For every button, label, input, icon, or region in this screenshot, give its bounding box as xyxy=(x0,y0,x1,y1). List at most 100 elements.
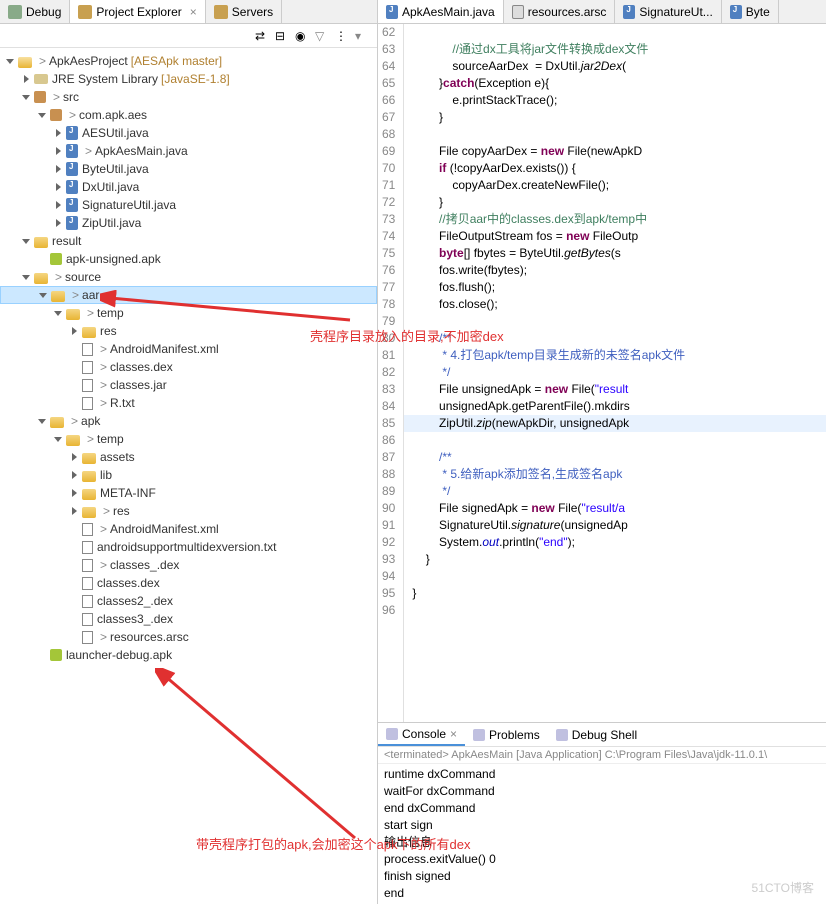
tree-item-com-apk-aes[interactable]: >com.apk.aes xyxy=(0,106,377,124)
expander-icon[interactable] xyxy=(68,379,80,391)
expander-icon[interactable] xyxy=(68,487,80,499)
code-line-70[interactable]: if (!copyAarDex.exists()) { xyxy=(404,160,826,177)
tree-item-dxutil-java[interactable]: DxUtil.java xyxy=(0,178,377,196)
tree-item-temp[interactable]: >temp xyxy=(0,304,377,322)
code-line-93[interactable]: } xyxy=(404,551,826,568)
code-line-62[interactable] xyxy=(404,24,826,41)
link-editor-icon[interactable]: ⊟ xyxy=(275,29,289,43)
code-line-75[interactable]: byte[] fbytes = ByteUtil.getBytes(s xyxy=(404,245,826,262)
tree-item-ziputil-java[interactable]: ZipUtil.java xyxy=(0,214,377,232)
tree-item-apkaesmain-java[interactable]: >ApkAesMain.java xyxy=(0,142,377,160)
expander-icon[interactable] xyxy=(68,577,80,589)
expander-icon[interactable] xyxy=(20,271,32,283)
code-line-78[interactable]: fos.close(); xyxy=(404,296,826,313)
expander-icon[interactable] xyxy=(20,91,32,103)
expander-icon[interactable] xyxy=(52,163,64,175)
tab-project-explorer[interactable]: Project Explorer× xyxy=(70,0,205,23)
tree-item-aesutil-java[interactable]: AESUtil.java xyxy=(0,124,377,142)
code-line-71[interactable]: copyAarDex.createNewFile(); xyxy=(404,177,826,194)
code-line-95[interactable]: } xyxy=(404,585,826,602)
tree-item-res[interactable]: res xyxy=(0,322,377,340)
menu-icon[interactable]: ▾ xyxy=(355,29,369,43)
focus-icon[interactable]: ◉ xyxy=(295,29,309,43)
code-line-74[interactable]: FileOutputStream fos = new FileOutp xyxy=(404,228,826,245)
code-line-86[interactable] xyxy=(404,432,826,449)
close-icon[interactable]: × xyxy=(450,727,457,741)
tree-item-src[interactable]: >src xyxy=(0,88,377,106)
tree-item-classes3--dex[interactable]: classes3_.dex xyxy=(0,610,377,628)
expander-icon[interactable] xyxy=(68,505,80,517)
bottom-tab-problems[interactable]: Problems xyxy=(465,725,548,745)
code-line-67[interactable]: } xyxy=(404,109,826,126)
code-line-76[interactable]: fos.write(fbytes); xyxy=(404,262,826,279)
tree-item-jre-system-library[interactable]: JRE System Library[JavaSE-1.8] xyxy=(0,70,377,88)
code-line-64[interactable]: sourceAarDex = DxUtil.jar2Dex( xyxy=(404,58,826,75)
expander-icon[interactable] xyxy=(68,559,80,571)
code-line-66[interactable]: e.printStackTrace(); xyxy=(404,92,826,109)
expander-icon[interactable] xyxy=(36,415,48,427)
expander-icon[interactable] xyxy=(36,109,48,121)
tree-item-launcher-debug-apk[interactable]: launcher-debug.apk xyxy=(0,646,377,664)
editor-tab-signatureut---[interactable]: SignatureUt... xyxy=(615,0,721,23)
code-line-73[interactable]: //拷贝aar中的classes.dex到apk/temp中 xyxy=(404,211,826,228)
filter-icon[interactable]: ▽ xyxy=(315,29,329,43)
expander-icon[interactable] xyxy=(68,361,80,373)
tree-item-signatureutil-java[interactable]: SignatureUtil.java xyxy=(0,196,377,214)
code-line-63[interactable]: //通过dx工具将jar文件转换成dex文件 xyxy=(404,41,826,58)
expander-icon[interactable] xyxy=(68,343,80,355)
code-line-65[interactable]: }catch(Exception e){ xyxy=(404,75,826,92)
expander-icon[interactable] xyxy=(52,199,64,211)
code-line-94[interactable] xyxy=(404,568,826,585)
code-line-83[interactable]: File unsignedApk = new File("result xyxy=(404,381,826,398)
project-tree[interactable]: >ApkAesProject[AESApk master]JRE System … xyxy=(0,48,377,904)
view-menu-icon[interactable]: ⋮ xyxy=(335,29,349,43)
collapse-all-icon[interactable]: ⇄ xyxy=(255,29,269,43)
expander-icon[interactable] xyxy=(36,253,48,265)
expander-icon[interactable] xyxy=(37,289,49,301)
code-line-91[interactable]: SignatureUtil.signature(unsignedAp xyxy=(404,517,826,534)
tree-item-assets[interactable]: assets xyxy=(0,448,377,466)
code-line-96[interactable] xyxy=(404,602,826,619)
tree-item-apk[interactable]: >apk xyxy=(0,412,377,430)
tree-item-classes-jar[interactable]: >classes.jar xyxy=(0,376,377,394)
tree-item-apk-unsigned-apk[interactable]: apk-unsigned.apk xyxy=(0,250,377,268)
code-editor[interactable]: 6263646566676869707172737475767778798081… xyxy=(378,24,826,722)
code-line-77[interactable]: fos.flush(); xyxy=(404,279,826,296)
tree-item-aar[interactable]: >aar xyxy=(0,286,377,304)
tree-item-classes2--dex[interactable]: classes2_.dex xyxy=(0,592,377,610)
expander-icon[interactable] xyxy=(4,55,16,67)
code-line-92[interactable]: System.out.println("end"); xyxy=(404,534,826,551)
code-line-89[interactable]: */ xyxy=(404,483,826,500)
code-line-81[interactable]: * 4.打包apk/temp目录生成新的未签名apk文件 xyxy=(404,347,826,364)
expander-icon[interactable] xyxy=(68,523,80,535)
tree-item-apkaesproject[interactable]: >ApkAesProject[AESApk master] xyxy=(0,52,377,70)
code-line-84[interactable]: unsignedApk.getParentFile().mkdirs xyxy=(404,398,826,415)
bottom-tab-debug-shell[interactable]: Debug Shell xyxy=(548,725,645,745)
expander-icon[interactable] xyxy=(68,451,80,463)
code-body[interactable]: //通过dx工具将jar文件转换成dex文件 sourceAarDex = Dx… xyxy=(404,24,826,722)
expander-icon[interactable] xyxy=(20,235,32,247)
expander-icon[interactable] xyxy=(52,127,64,139)
tree-item-androidsupportmultidexversion-txt[interactable]: androidsupportmultidexversion.txt xyxy=(0,538,377,556)
expander-icon[interactable] xyxy=(68,613,80,625)
code-line-69[interactable]: File copyAarDex = new File(newApkD xyxy=(404,143,826,160)
tree-item-result[interactable]: result xyxy=(0,232,377,250)
expander-icon[interactable] xyxy=(52,217,64,229)
expander-icon[interactable] xyxy=(52,433,64,445)
tree-item-meta-inf[interactable]: META-INF xyxy=(0,484,377,502)
code-line-88[interactable]: * 5.给新apk添加签名,生成签名apk xyxy=(404,466,826,483)
tree-item-resources-arsc[interactable]: >resources.arsc xyxy=(0,628,377,646)
tab-servers[interactable]: Servers xyxy=(206,0,282,23)
code-line-79[interactable] xyxy=(404,313,826,330)
code-line-80[interactable]: /** xyxy=(404,330,826,347)
tree-item-res[interactable]: >res xyxy=(0,502,377,520)
tree-item-lib[interactable]: lib xyxy=(0,466,377,484)
tree-item-classes-dex[interactable]: classes.dex xyxy=(0,574,377,592)
editor-tab-apkaesmain-java[interactable]: ApkAesMain.java xyxy=(378,0,504,23)
code-line-87[interactable]: /** xyxy=(404,449,826,466)
tree-item-source[interactable]: >source xyxy=(0,268,377,286)
code-line-68[interactable] xyxy=(404,126,826,143)
bottom-tab-console[interactable]: Console × xyxy=(378,724,465,746)
tree-item-classes--dex[interactable]: >classes_.dex xyxy=(0,556,377,574)
expander-icon[interactable] xyxy=(20,73,32,85)
